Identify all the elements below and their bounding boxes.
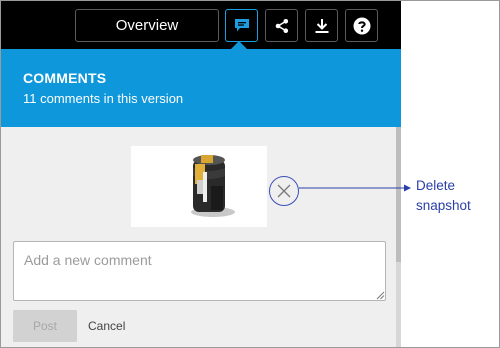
top-toolbar: Overview [1,1,401,49]
comments-button[interactable] [225,9,258,42]
close-icon [277,184,291,198]
delete-snapshot-callout: Delete snapshot [416,178,471,213]
comments-panel: Overview COMMENTS 11 comments in this ve… [1,1,401,347]
scrollbar-thumb[interactable] [396,127,401,262]
overview-tab[interactable]: Overview [75,9,219,42]
snapshot-thumbnail[interactable] [131,146,267,227]
download-icon [315,18,328,33]
comments-header: COMMENTS 11 comments in this version [1,41,401,127]
panel-scrollbar[interactable] [396,127,401,347]
comment-icon [234,19,249,32]
comment-input[interactable] [13,241,386,301]
help-icon [353,17,370,34]
post-button[interactable]: Post [13,310,77,342]
comments-title: COMMENTS [23,70,107,86]
header-pointer [231,41,247,49]
coffee-machine-image [191,155,235,217]
cancel-button[interactable]: Cancel [88,319,125,333]
comments-count: 11 comments in this version [23,91,184,106]
delete-snapshot-button[interactable] [269,176,299,206]
share-icon [275,18,288,33]
help-button[interactable] [345,9,378,42]
download-button[interactable] [305,9,338,42]
share-button[interactable] [265,9,298,42]
